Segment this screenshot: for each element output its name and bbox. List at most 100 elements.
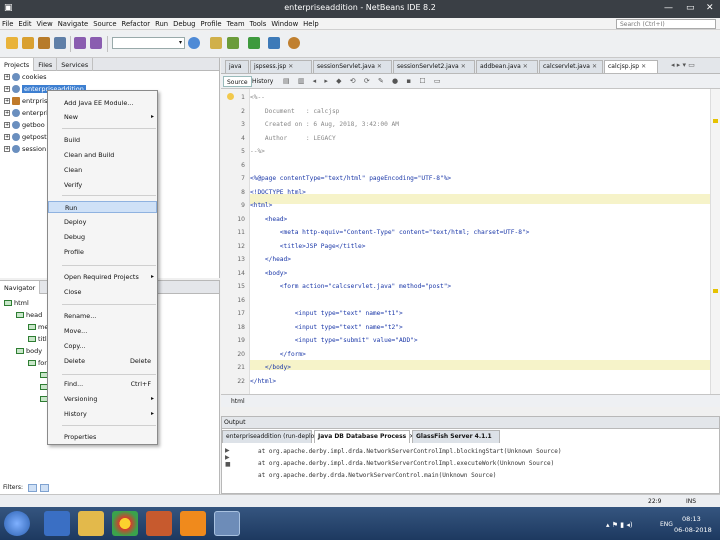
menu-item-add-java-ee-module[interactable]: Add Java EE Module... xyxy=(48,97,157,109)
menu-item-verify[interactable]: Verify xyxy=(48,179,157,191)
menu-item-new[interactable]: New ▸ xyxy=(48,111,157,123)
expand-toggle[interactable]: + xyxy=(4,122,10,128)
menu-item-history[interactable]: History ▸ xyxy=(48,408,157,420)
netbeans-icon[interactable] xyxy=(214,511,240,536)
profile-icon[interactable] xyxy=(288,37,300,49)
build-icon[interactable] xyxy=(227,37,239,49)
tab-projects[interactable]: Projects xyxy=(0,58,35,71)
editor-tab[interactable]: sessionServlet.java ✕ xyxy=(313,60,392,73)
menu-item-open-required-projects[interactable]: Open Required Projects ▸ xyxy=(48,271,157,283)
debug-icon[interactable] xyxy=(268,37,280,49)
close-tab-icon[interactable]: ✕ xyxy=(288,63,293,70)
output-title[interactable]: Output xyxy=(224,419,246,426)
menu-tools[interactable]: Tools xyxy=(248,18,270,28)
menu-profile[interactable]: Profile xyxy=(198,18,224,28)
warning-icon[interactable] xyxy=(227,93,234,100)
save-all-icon[interactable] xyxy=(54,37,66,49)
tab-scroll-arrows-icon[interactable]: ◂ ▸ ▾ ▭ xyxy=(671,61,695,69)
editor-tab[interactable]: addbean.java ✕ xyxy=(476,60,538,73)
close-icon[interactable]: ✕ xyxy=(706,3,714,13)
editor-tab[interactable]: sessionServlet2.java ✕ xyxy=(393,60,475,73)
clock-date[interactable]: 06-08-2018 xyxy=(674,526,712,534)
source-view-button[interactable]: Source xyxy=(223,76,252,87)
warning-marker[interactable] xyxy=(713,119,718,123)
project-item[interactable]: + cookies xyxy=(0,71,219,83)
menu-item-move[interactable]: Move... xyxy=(48,325,157,337)
clean-build-icon[interactable] xyxy=(210,37,222,49)
output-tab[interactable]: GlassFish Server 4.1.1 xyxy=(412,430,500,443)
close-tab-icon[interactable]: ✕ xyxy=(461,63,466,70)
config-select[interactable]: ▾ xyxy=(112,37,185,49)
menu-debug[interactable]: Debug xyxy=(171,18,198,28)
start-button-icon[interactable] xyxy=(4,511,30,536)
expand-toggle[interactable]: + xyxy=(4,146,10,152)
menu-navigate[interactable]: Navigate xyxy=(56,18,92,28)
expand-toggle[interactable]: + xyxy=(4,110,10,116)
open-project-icon[interactable] xyxy=(38,37,50,49)
menu-item-clean-and-build[interactable]: Clean and Build xyxy=(48,149,157,161)
close-tab-icon[interactable]: ✕ xyxy=(641,63,646,70)
menu-item-delete[interactable]: Delete Delete xyxy=(48,355,157,367)
filter-toggle[interactable] xyxy=(28,484,37,492)
powerpoint-icon[interactable] xyxy=(146,511,172,536)
language-indicator[interactable]: ENG xyxy=(660,521,673,528)
editor-scrollbar[interactable] xyxy=(710,89,720,394)
expand-toggle[interactable]: + xyxy=(4,98,10,104)
editor-action-icons[interactable]: ▤ ▥ ◂ ▸ ◆ ⟲ ⟳ ✎ ● ▪ ☐ ▭ xyxy=(283,77,443,85)
menu-view[interactable]: View xyxy=(35,18,56,28)
close-tab-icon[interactable]: ✕ xyxy=(592,63,597,70)
navigator-title[interactable]: Navigator xyxy=(0,281,41,294)
output-tab[interactable]: enterpriseaddition (run-deploy) xyxy=(222,430,320,443)
menu-item-copy[interactable]: Copy... xyxy=(48,340,157,352)
menu-item-build[interactable]: Build xyxy=(48,134,157,146)
menu-run[interactable]: Run xyxy=(153,18,171,28)
browser-icon[interactable] xyxy=(188,37,200,49)
new-project-icon[interactable] xyxy=(6,37,18,49)
search-input[interactable]: Search (Ctrl+I) xyxy=(616,19,716,29)
breadcrumb[interactable]: html xyxy=(231,398,245,405)
editor-tab[interactable]: calcservlet.java ✕ xyxy=(539,60,603,73)
menu-item-debug[interactable]: Debug xyxy=(48,231,157,243)
file-explorer-icon[interactable] xyxy=(78,511,104,536)
menu-item-versioning[interactable]: Versioning ▸ xyxy=(48,393,157,405)
new-file-icon[interactable] xyxy=(22,37,34,49)
menu-team[interactable]: Team xyxy=(225,18,248,28)
maximize-icon[interactable]: ▭ xyxy=(686,3,695,13)
minimize-icon[interactable]: — xyxy=(664,3,673,13)
undo-icon[interactable] xyxy=(74,37,86,49)
editor-tab[interactable]: java xyxy=(225,60,249,73)
tab-files[interactable]: Files xyxy=(34,58,58,71)
menu-file[interactable]: File xyxy=(0,18,16,28)
menu-item-properties[interactable]: Properties xyxy=(48,431,157,443)
history-view-button[interactable]: History xyxy=(249,76,276,87)
output-tab-active[interactable]: Java DB Database Process✕ xyxy=(314,430,414,443)
menu-item-deploy[interactable]: Deploy xyxy=(48,216,157,228)
menu-item-clean[interactable]: Clean xyxy=(48,164,157,176)
menu-edit[interactable]: Edit xyxy=(16,18,34,28)
clock-time[interactable]: 08:13 xyxy=(682,515,701,523)
close-tab-icon[interactable]: ✕ xyxy=(523,63,528,70)
editor-tab[interactable]: jspsess.jsp ✕ xyxy=(250,60,312,73)
expand-toggle[interactable]: + xyxy=(4,134,10,140)
menu-help[interactable]: Help xyxy=(301,18,322,28)
menu-item-run[interactable]: Run xyxy=(48,201,157,213)
menu-item-close[interactable]: Close xyxy=(48,286,157,298)
chrome-icon[interactable] xyxy=(112,511,138,536)
expand-toggle[interactable]: + xyxy=(4,74,10,80)
run-icon[interactable] xyxy=(248,37,260,49)
menu-window[interactable]: Window xyxy=(269,18,301,28)
menu-item-rename[interactable]: Rename... xyxy=(48,310,157,322)
close-tab-icon[interactable]: ✕ xyxy=(377,63,382,70)
menu-source[interactable]: Source xyxy=(91,18,119,28)
menu-item-profile[interactable]: Profile xyxy=(48,246,157,258)
tab-services[interactable]: Services xyxy=(57,58,94,71)
menu-item-find[interactable]: Find... Ctrl+F xyxy=(48,378,157,390)
warning-marker[interactable] xyxy=(713,289,718,293)
vlc-icon[interactable] xyxy=(180,511,206,536)
output-action-icons[interactable]: ▶ ▶ ■ xyxy=(225,447,233,487)
redo-icon[interactable] xyxy=(90,37,102,49)
expand-toggle[interactable]: + xyxy=(4,86,10,92)
tray-icons[interactable]: ▴ ⚑ ▮ ◂) xyxy=(606,521,633,529)
editor-tab-active[interactable]: calcjsp.jsp ✕ xyxy=(604,60,658,73)
menu-refactor[interactable]: Refactor xyxy=(120,18,154,28)
